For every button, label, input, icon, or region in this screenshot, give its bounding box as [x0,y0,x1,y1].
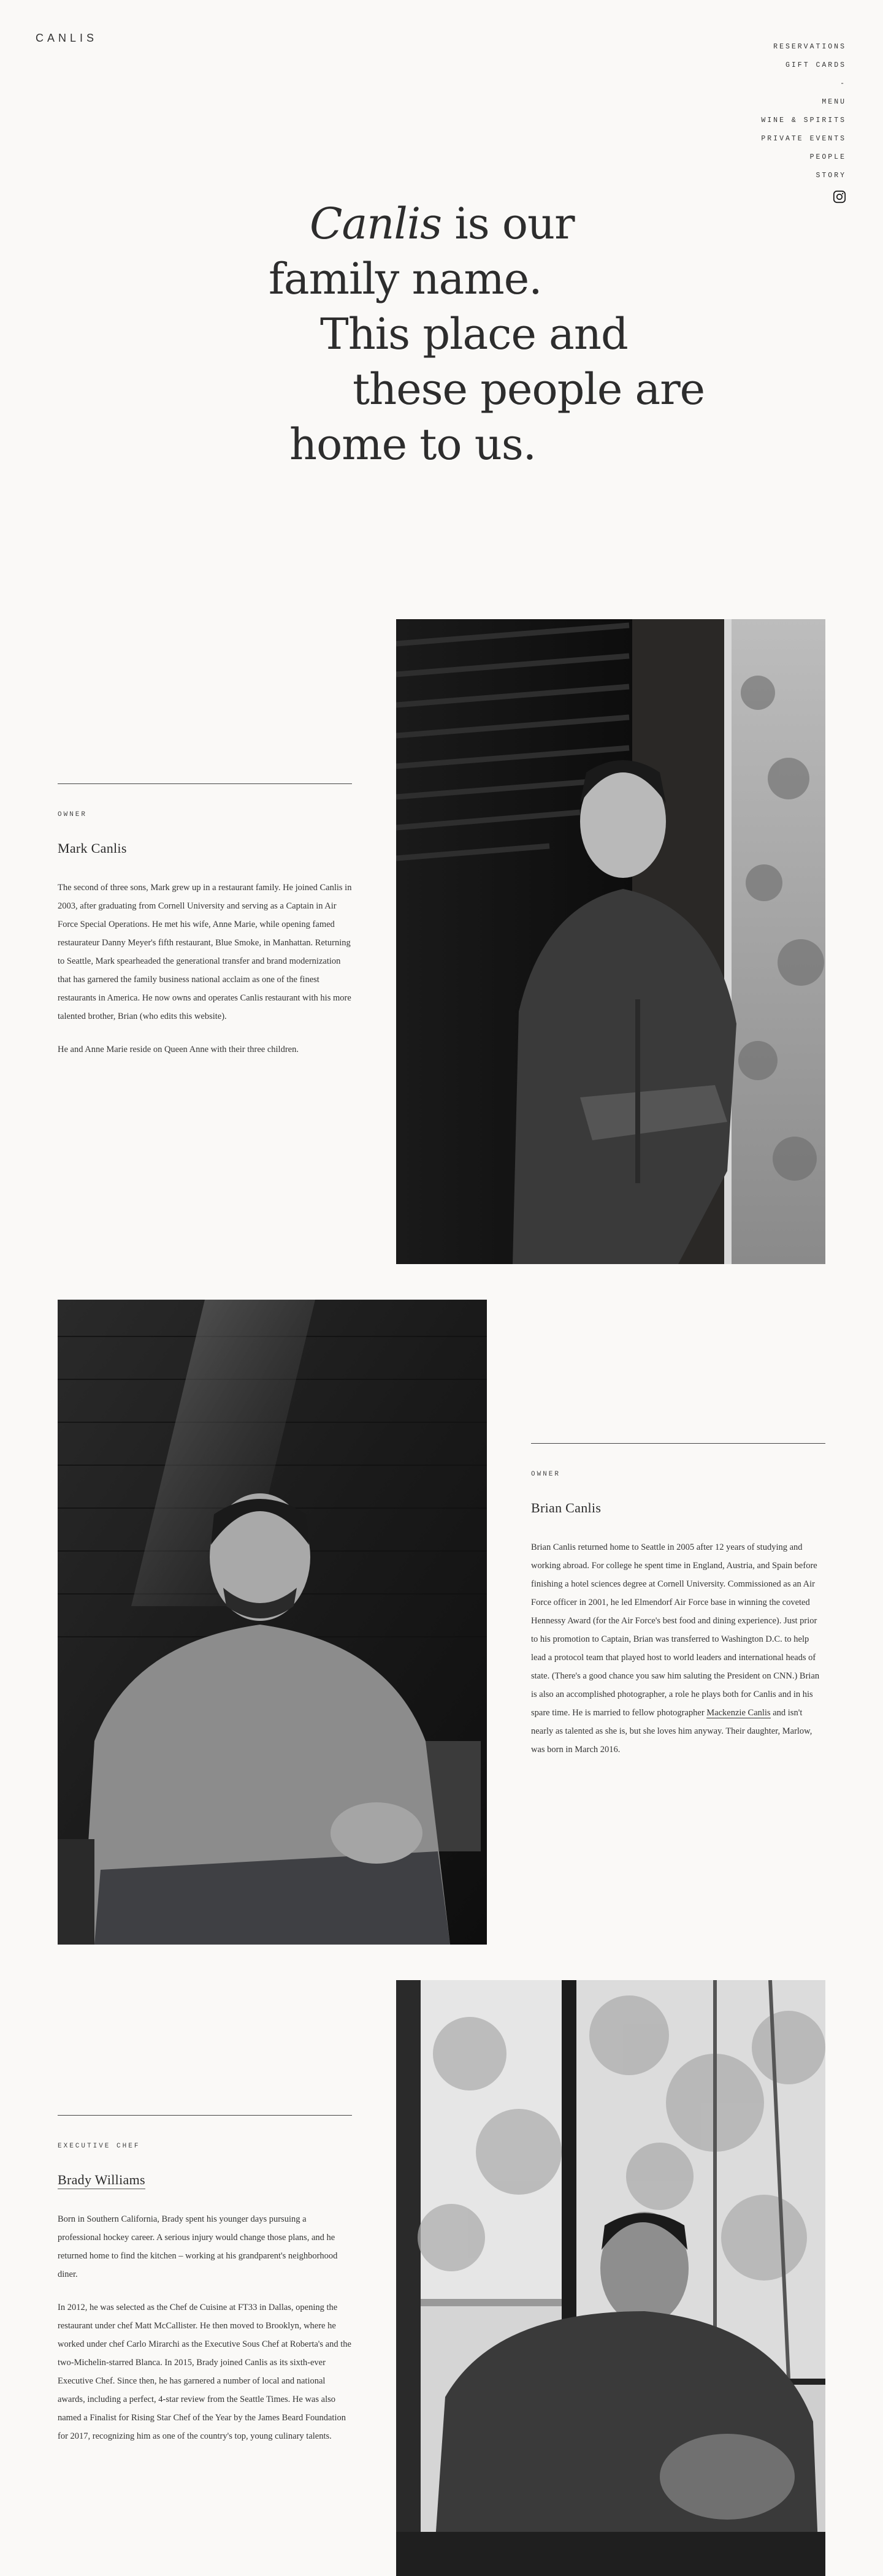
bio-paragraph: The second of three sons, Mark grew up i… [58,883,352,1021]
hero-line-1-emphasis: Canlis [310,199,442,249]
nav-private-events[interactable]: PRIVATE EVENTS [761,130,846,148]
nav-gift-cards[interactable]: GIFT CARDS [761,56,846,75]
logo[interactable]: CANLIS [36,32,97,45]
nav-separator: - [840,80,846,88]
bio-brian-canlis: OWNER Brian Canlis Brian Canlis returned… [531,1443,825,1774]
nav-menu[interactable]: MENU [761,93,846,112]
brady-williams-photo [396,1980,825,2576]
person-role: EXECUTIVE CHEF [58,2143,140,2150]
person-name[interactable]: Brady Williams [58,2172,352,2189]
hero-line-1-rest: is our [442,199,575,249]
bio-paragraph: He and Anne Marie reside on Queen Anne w… [58,1045,299,1054]
person-name: Mark Canlis [58,840,127,856]
bio-mark-canlis: OWNER Mark Canlis The second of three so… [58,783,352,1073]
bio-paragraph: Brian Canlis returned home to Seattle in… [531,1538,825,1759]
hero-line-5: home to us. [289,419,537,470]
hero-line-1: Canlis is our [310,196,575,251]
main-nav: RESERVATIONS GIFT CARDS - MENU WINE & SP… [761,38,846,204]
nav-wine-spirits[interactable]: WINE & SPIRITS [761,112,846,130]
nav-people[interactable]: PEOPLE [761,148,846,167]
bio-paragraph: Born in Southern California, Brady spent… [58,2214,338,2279]
hero-line-3: This place and [320,309,629,359]
person-name: Brian Canlis [531,1500,602,1515]
nav-story[interactable]: STORY [761,167,846,185]
section-divider [58,2115,352,2116]
hero-line-4: these people are [353,364,705,414]
person-name-link[interactable]: Brady Williams [58,2172,145,2189]
bio-brady-williams: EXECUTIVE CHEF Brady Williams Born in So… [58,2115,352,2460]
instagram-link[interactable] [761,190,846,204]
brian-canlis-photo [58,1300,487,1945]
section-divider [531,1443,825,1444]
bio-text: Brian Canlis returned home to Seattle in… [531,1542,820,1718]
nav-reservations[interactable]: RESERVATIONS [761,38,846,56]
instagram-icon [833,190,846,204]
person-role: OWNER [531,1471,561,1478]
person-role: OWNER [58,811,88,818]
mackenzie-canlis-link[interactable]: Mackenzie Canlis [706,1708,771,1718]
bio-paragraph: In 2012, he was selected as the Chef de … [58,2303,351,2441]
mark-canlis-photo [396,619,825,1264]
hero-line-2: family name. [269,254,542,304]
section-divider [58,783,352,784]
